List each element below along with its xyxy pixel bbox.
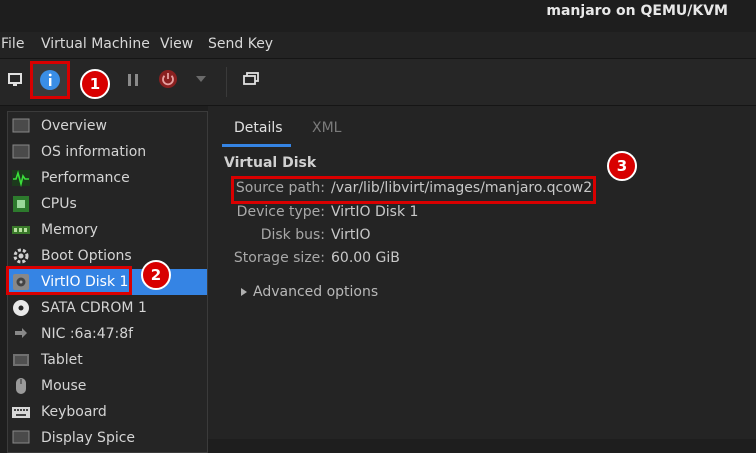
overview-icon <box>12 117 30 135</box>
menu-send-key[interactable]: Send Key <box>208 36 273 52</box>
disk-bus-label: Disk bus: <box>260 227 325 243</box>
sidebar-item-tablet[interactable]: Tablet <box>8 347 207 373</box>
storage-size-label: Storage size: <box>233 250 325 266</box>
section-heading: Virtual Disk <box>224 155 317 171</box>
chevron-right-icon <box>241 288 247 296</box>
sidebar-item-overview[interactable]: Overview <box>8 113 207 139</box>
sidebar-item-label: Keyboard <box>41 404 107 420</box>
fullscreen-icon[interactable] <box>240 67 262 91</box>
annotation-badge-1: 1 <box>80 69 110 99</box>
sidebar-item-os-information[interactable]: OS information <box>8 139 207 165</box>
sidebar-item-label: Tablet <box>41 352 83 368</box>
sidebar-item-label: Overview <box>41 118 107 134</box>
pause-icon[interactable] <box>124 69 142 91</box>
menu-view[interactable]: View <box>160 36 193 52</box>
sidebar-item-sata-cdrom-1[interactable]: SATA CDROM 1 <box>8 295 207 321</box>
cpu-icon <box>12 195 30 213</box>
sidebar-item-keyboard[interactable]: Keyboard <box>8 399 207 425</box>
menu-virtual-machine[interactable]: Virtual Machine <box>41 36 150 52</box>
device-type-value: VirtIO Disk 1 <box>331 204 419 220</box>
menu-file[interactable]: File <box>1 36 24 52</box>
network-icon <box>12 325 30 343</box>
os-info-icon <box>12 143 30 161</box>
active-tab-indicator <box>222 144 291 147</box>
toolbar <box>0 59 756 106</box>
sidebar-item-label: Display Spice <box>41 430 136 446</box>
sidebar-item-label: Boot Options <box>41 248 132 264</box>
monitor-icon[interactable] <box>4 69 26 91</box>
annotation-box-info <box>30 61 70 99</box>
sidebar-item-nic[interactable]: NIC :6a:47:8f <box>8 321 207 347</box>
dropdown-icon[interactable] <box>194 71 208 87</box>
display-icon <box>12 429 30 447</box>
mouse-icon <box>12 377 30 395</box>
tab-xml[interactable]: XML <box>312 120 341 136</box>
power-icon[interactable] <box>156 66 180 92</box>
details-panel: Details XML Virtual Disk Source path: /v… <box>208 106 756 439</box>
sidebar-item-label: SATA CDROM 1 <box>41 300 147 316</box>
device-type-label: Device type: <box>236 204 325 220</box>
advanced-options-expander[interactable]: Advanced options <box>241 284 378 300</box>
disk-bus-value: VirtIO <box>331 227 371 243</box>
sidebar-item-label: NIC :6a:47:8f <box>41 326 134 342</box>
sidebar-item-label: Memory <box>41 222 98 238</box>
title-bar: manjaro on QEMU/KVM <box>0 0 756 32</box>
sidebar-item-performance[interactable]: Performance <box>8 165 207 191</box>
window-title: manjaro on QEMU/KVM <box>546 3 728 19</box>
sidebar-item-label: Performance <box>41 170 130 186</box>
sidebar-item-memory[interactable]: Memory <box>8 217 207 243</box>
sidebar-item-cpus[interactable]: CPUs <box>8 191 207 217</box>
storage-size-value: 60.00 GiB <box>331 250 400 266</box>
sidebar-item-label: CPUs <box>41 196 77 212</box>
sidebar-item-mouse[interactable]: Mouse <box>8 373 207 399</box>
annotation-box-source-path <box>231 176 596 204</box>
sidebar-item-label: Mouse <box>41 378 87 394</box>
annotation-box-disk <box>6 266 132 295</box>
annotation-badge-2: 2 <box>141 260 171 290</box>
memory-icon <box>12 221 30 239</box>
menu-bar: File Virtual Machine View Send Key <box>0 32 756 59</box>
tablet-icon <box>12 351 30 369</box>
keyboard-icon <box>12 403 30 421</box>
gear-icon <box>12 247 30 265</box>
performance-icon <box>12 169 30 187</box>
toolbar-separator <box>226 67 227 97</box>
tab-details[interactable]: Details <box>234 120 283 136</box>
cdrom-icon <box>12 299 30 317</box>
sidebar-item-label: OS information <box>41 144 147 160</box>
sidebar-item-display-spice[interactable]: Display Spice <box>8 425 207 451</box>
advanced-options-label: Advanced options <box>253 284 379 300</box>
annotation-badge-3: 3 <box>607 151 637 181</box>
